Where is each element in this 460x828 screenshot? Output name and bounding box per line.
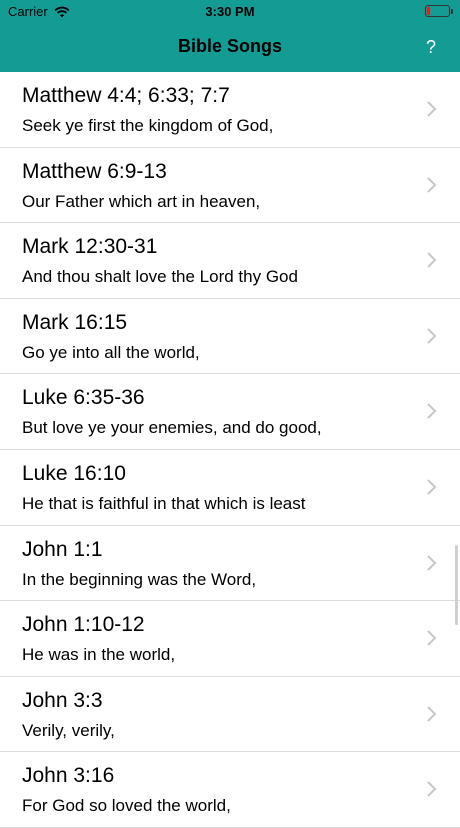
song-reference: John 1:10-12 bbox=[22, 613, 145, 637]
chevron-right-icon bbox=[427, 252, 437, 268]
list-item[interactable]: Mark 12:30-31 And thou shalt love the Lo… bbox=[0, 223, 460, 299]
list-item[interactable]: Luke 16:10 He that is faithful in that w… bbox=[0, 450, 460, 526]
status-bar: Carrier 3:30 PM bbox=[0, 0, 460, 24]
song-reference: Luke 16:10 bbox=[22, 461, 126, 485]
song-verse: And thou shalt love the Lord thy God bbox=[22, 267, 298, 287]
song-verse: Verily, verily, bbox=[22, 720, 115, 740]
list-item[interactable]: John 1:10-12 He was in the world, bbox=[0, 601, 460, 677]
chevron-right-icon bbox=[427, 706, 437, 722]
song-verse: He that is faithful in that which is lea… bbox=[22, 493, 306, 513]
song-verse: He was in the world, bbox=[22, 645, 176, 665]
song-verse: Go ye into all the world, bbox=[22, 342, 200, 362]
help-button[interactable]: ? bbox=[426, 37, 436, 58]
song-reference: Matthew 4:4; 6:33; 7:7 bbox=[22, 84, 230, 107]
scroll-indicator[interactable] bbox=[455, 545, 458, 625]
list-item[interactable]: John 1:1 In the beginning was the Word, bbox=[0, 526, 460, 602]
song-verse: In the beginning was the Word, bbox=[22, 569, 257, 589]
song-reference: Matthew 6:9-13 bbox=[22, 159, 167, 183]
chevron-right-icon bbox=[427, 479, 437, 495]
song-verse: But love ye your enemies, and do good, bbox=[22, 418, 322, 438]
song-reference: Mark 16:15 bbox=[22, 310, 128, 334]
page-title: Bible Songs bbox=[177, 36, 282, 56]
list-item[interactable]: Matthew 6:9-13 Our Father which art in h… bbox=[0, 148, 460, 224]
song-reference: John 1:1 bbox=[22, 537, 103, 561]
list-item[interactable]: Luke 6:35-36 But love ye your enemies, a… bbox=[0, 374, 460, 450]
chevron-right-icon bbox=[427, 176, 437, 193]
chevron-right-icon bbox=[427, 554, 437, 571]
chevron-right-icon bbox=[427, 328, 437, 344]
chevron-right-icon bbox=[427, 630, 437, 646]
status-time: 3:30 PM bbox=[205, 4, 255, 19]
list-item[interactable]: John 3:16 For God so loved the world, bbox=[0, 752, 460, 828]
list-item[interactable]: Mark 16:15 Go ye into all the world, bbox=[0, 299, 460, 375]
song-reference: Luke 6:35-36 bbox=[22, 386, 145, 410]
song-reference: John 3:3 bbox=[22, 688, 103, 712]
song-verse: Our Father which art in heaven, bbox=[22, 191, 261, 211]
battery-icon bbox=[425, 5, 453, 17]
song-list: Matthew 4:4; 6:33; 7:7 Seek ye first the… bbox=[0, 72, 460, 828]
chevron-right-icon bbox=[427, 403, 437, 420]
song-verse: Seek ye first the kingdom of God, bbox=[22, 116, 274, 135]
list-item[interactable]: John 3:3 Verily, verily, bbox=[0, 677, 460, 753]
song-verse: For God so loved the world, bbox=[22, 796, 231, 816]
app-header: Carrier 3:30 PM Bible Songs ? bbox=[0, 0, 460, 72]
chevron-right-icon bbox=[427, 101, 437, 117]
chevron-right-icon bbox=[427, 781, 437, 798]
song-reference: Mark 12:30-31 bbox=[22, 235, 158, 259]
list-item[interactable]: Matthew 4:4; 6:33; 7:7 Seek ye first the… bbox=[0, 72, 460, 148]
song-reference: John 3:16 bbox=[22, 764, 115, 788]
